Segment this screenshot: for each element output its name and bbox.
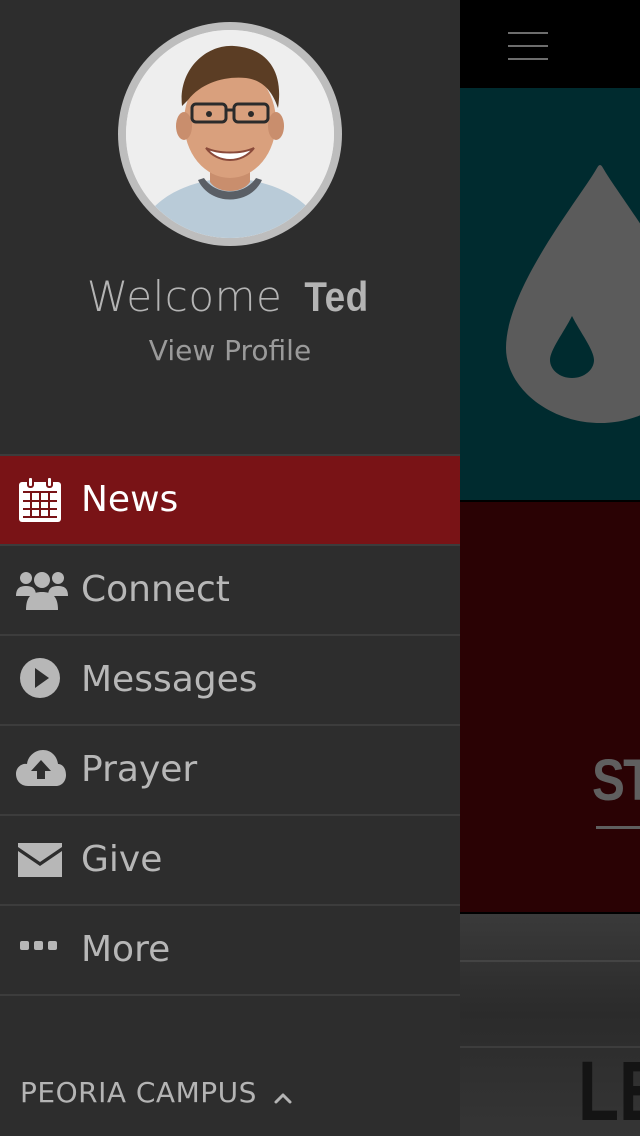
main-content: ST LE (460, 0, 640, 1136)
campus-selector[interactable]: PEORIA CAMPUS (20, 1076, 294, 1109)
feature-card-photo[interactable]: LE (460, 914, 640, 1136)
menu-item-give[interactable]: Give (0, 816, 460, 906)
drawer-menu: News Connect Messages Prayer Give More (0, 454, 460, 996)
menu-item-more[interactable]: More (0, 906, 460, 996)
menu-item-label: News (81, 479, 179, 520)
navigation-drawer: Welcome Ted View Profile News Connect Me… (0, 0, 460, 1136)
menu-item-messages[interactable]: Messages (0, 636, 460, 726)
series-card-title: ST (592, 748, 640, 813)
avatar[interactable] (118, 22, 342, 246)
feature-card-baptism[interactable] (460, 88, 640, 500)
profile-photo (126, 30, 334, 238)
feature-card-series[interactable]: ST (460, 502, 640, 912)
play-circle-icon (16, 656, 64, 704)
menu-item-label: Connect (81, 569, 230, 610)
top-bar (460, 0, 640, 88)
menu-item-label: Give (81, 839, 163, 880)
menu-item-label: More (81, 929, 171, 970)
campus-label: PEORIA CAMPUS (20, 1076, 257, 1109)
welcome-text: Welcome (86, 272, 283, 321)
user-name: Ted (304, 273, 369, 320)
menu-item-label: Messages (81, 659, 258, 700)
chevron-up-icon (272, 1083, 294, 1105)
ellipsis-icon (16, 926, 64, 974)
series-card-underline (596, 826, 640, 829)
view-profile-link[interactable]: View Profile (0, 334, 460, 367)
menu-item-connect[interactable]: Connect (0, 546, 460, 636)
menu-item-label: Prayer (81, 749, 198, 790)
welcome-heading: Welcome Ted (0, 272, 460, 321)
hamburger-menu-icon[interactable] (508, 32, 548, 60)
menu-item-prayer[interactable]: Prayer (0, 726, 460, 816)
cloud-upload-icon (16, 746, 66, 794)
app-root: ST LE (0, 0, 640, 1136)
menu-item-news[interactable]: News (0, 456, 460, 546)
calendar-icon (16, 476, 64, 524)
water-drop-icon (506, 165, 640, 423)
photo-card-title: LE (578, 1044, 640, 1136)
envelope-icon (16, 836, 64, 884)
users-icon (16, 566, 68, 614)
